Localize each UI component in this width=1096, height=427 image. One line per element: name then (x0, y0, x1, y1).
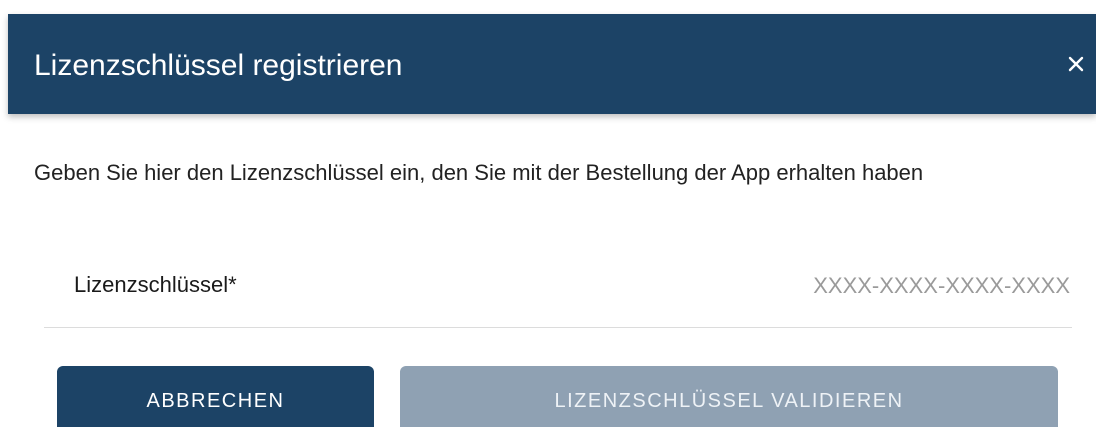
cancel-button[interactable]: ABBRECHEN (57, 366, 374, 427)
license-dialog: Lizenzschlüssel registrieren Geben Sie h… (0, 0, 1096, 427)
dialog-title: Lizenzschlüssel registrieren (34, 49, 403, 82)
close-button[interactable] (1056, 14, 1096, 114)
license-key-input[interactable] (650, 266, 1072, 306)
license-key-row: Lizenzschlüssel* (44, 264, 1072, 328)
validate-license-button[interactable]: LIZENZSCHLÜSSEL VALIDIEREN (400, 366, 1058, 427)
instructions-text: Geben Sie hier den Lizenzschlüssel ein, … (34, 160, 924, 185)
dialog-header: Lizenzschlüssel registrieren (8, 14, 1096, 114)
license-key-label: Lizenzschlüssel* (74, 272, 237, 297)
close-icon[interactable] (1068, 56, 1084, 72)
